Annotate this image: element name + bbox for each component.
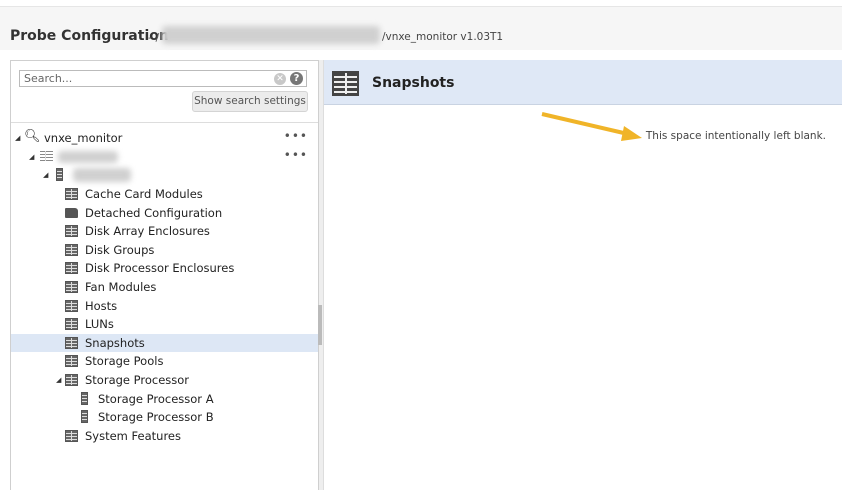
blank-message: This space intentionally left blank. bbox=[645, 130, 826, 142]
table-icon bbox=[65, 429, 78, 442]
table-icon bbox=[65, 318, 78, 331]
table-icon bbox=[65, 336, 78, 349]
tree-item-label: Storage Processor bbox=[85, 373, 190, 387]
probe-search-icon: 🔍︎ bbox=[24, 129, 41, 144]
folder-icon bbox=[65, 207, 78, 218]
tree-item[interactable]: ◢ Storage Processor bbox=[11, 371, 318, 389]
tree-item[interactable]: Storage Processor B bbox=[11, 408, 318, 426]
tree-item[interactable]: Fan Modules bbox=[11, 278, 318, 296]
robot-icon bbox=[40, 151, 53, 163]
server-icon bbox=[81, 391, 88, 405]
more-menu-icon[interactable]: ••• bbox=[284, 127, 308, 145]
tree-item[interactable]: LUNs bbox=[11, 315, 318, 333]
tree-item[interactable]: Storage Processor A bbox=[11, 390, 318, 408]
tree-item-label: Disk Array Enclosures bbox=[85, 224, 210, 239]
tree-node-root[interactable]: ◢ 🔍︎ vnxe_monitor ••• bbox=[11, 129, 318, 147]
tree-node-device[interactable]: ◢ bbox=[11, 166, 318, 184]
tree-item-label: Storage Pools bbox=[85, 354, 164, 369]
tree-node-host[interactable]: ◢ ••• bbox=[11, 148, 318, 166]
tree-item-label: Fan Modules bbox=[85, 280, 157, 294]
more-menu-icon[interactable]: ••• bbox=[284, 146, 308, 164]
server-icon bbox=[81, 410, 88, 424]
server-icon bbox=[56, 168, 63, 181]
expand-triangle-icon[interactable]: ◢ bbox=[29, 148, 34, 166]
content-panel: Snapshots This space intentionally left … bbox=[323, 60, 842, 490]
help-icon[interactable]: ? bbox=[290, 72, 303, 85]
title-separator: - / bbox=[148, 31, 160, 44]
tree-item[interactable]: Storage Pools bbox=[11, 352, 318, 370]
divider bbox=[11, 122, 318, 123]
redacted-device bbox=[73, 168, 131, 182]
tree-item[interactable]: Detached Configuration bbox=[11, 204, 318, 222]
table-icon bbox=[65, 281, 78, 293]
page-title: Probe Configuration bbox=[10, 28, 169, 44]
tree-item-label: Disk Processor Enclosures bbox=[85, 261, 235, 276]
clear-icon[interactable]: ✕ bbox=[274, 73, 286, 85]
tree-item-label: Storage Processor A bbox=[98, 391, 214, 406]
expand-triangle-icon[interactable]: ◢ bbox=[56, 371, 61, 389]
tree-item-label: Hosts bbox=[85, 298, 118, 313]
expand-triangle-icon[interactable]: ◢ bbox=[43, 166, 48, 184]
redacted-path bbox=[162, 26, 380, 44]
navigation-panel: Search... ✕ ? Show search settings ◢ 🔍︎ … bbox=[10, 60, 319, 490]
tree-item[interactable]: Disk Array Enclosures bbox=[11, 222, 318, 240]
table-icon bbox=[332, 71, 359, 96]
table-icon bbox=[65, 374, 78, 386]
expand-triangle-icon[interactable]: ◢ bbox=[15, 129, 20, 147]
table-icon bbox=[65, 355, 78, 368]
tree-item-label: System Features bbox=[85, 428, 181, 443]
redacted-host bbox=[58, 151, 118, 163]
content-title: Snapshots bbox=[372, 75, 455, 91]
tree-item[interactable]: Disk Processor Enclosures bbox=[11, 259, 318, 277]
tree-item[interactable]: System Features bbox=[11, 427, 318, 445]
table-icon bbox=[65, 243, 78, 256]
tree-item[interactable]: Cache Card Modules bbox=[11, 185, 318, 203]
header-bar: Probe Configuration - / /vnxe_monitor v1… bbox=[0, 6, 842, 50]
content-header: Snapshots bbox=[324, 60, 842, 105]
search-placeholder: Search... bbox=[24, 72, 73, 85]
tree-item-label: Disk Groups bbox=[85, 242, 155, 257]
tree-item[interactable]: Snapshots bbox=[11, 333, 318, 352]
table-icon bbox=[65, 188, 78, 200]
table-icon bbox=[65, 262, 78, 275]
tree-item-label: Cache Card Modules bbox=[85, 187, 203, 201]
tree-item-label: Snapshots bbox=[85, 335, 145, 350]
table-icon bbox=[65, 225, 78, 238]
probe-path: /vnxe_monitor v1.03T1 bbox=[382, 31, 504, 43]
tree-node-label: vnxe_monitor bbox=[44, 131, 123, 145]
tree-item[interactable]: Hosts bbox=[11, 297, 318, 315]
search-input[interactable]: Search... ✕ ? bbox=[19, 70, 307, 87]
show-search-settings-button[interactable]: Show search settings bbox=[192, 91, 308, 112]
tree-scrollbar[interactable] bbox=[318, 305, 322, 345]
tree-item[interactable]: Disk Groups bbox=[11, 241, 318, 259]
tree-item-label: Storage Processor B bbox=[98, 410, 214, 425]
tree-item-label: LUNs bbox=[85, 317, 114, 332]
tree-item-label: Detached Configuration bbox=[85, 205, 223, 220]
table-icon bbox=[65, 299, 78, 312]
